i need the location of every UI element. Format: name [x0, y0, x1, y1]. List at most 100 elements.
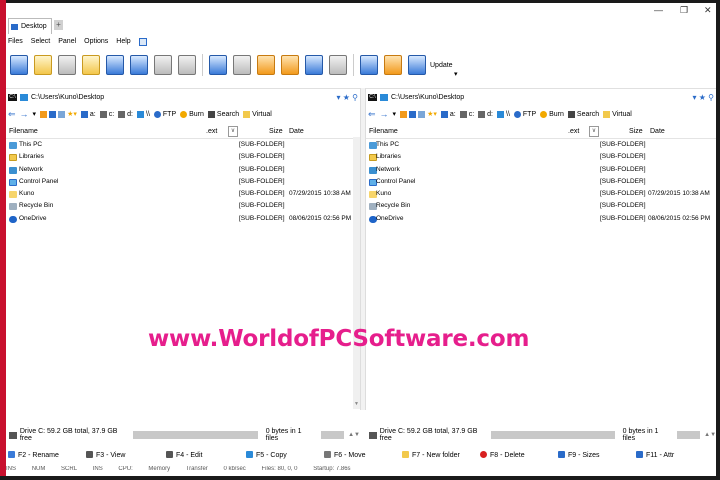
column-chooser-icon[interactable]: ∨ — [228, 126, 238, 137]
tab-desktop[interactable]: Desktop — [8, 18, 52, 34]
menu-options[interactable]: Options — [84, 38, 108, 45]
globe-icon[interactable] — [408, 55, 426, 75]
scroll-down-icon[interactable]: ▼ — [353, 401, 360, 407]
split-icon[interactable] — [178, 55, 196, 75]
burn-button[interactable]: Burn — [549, 111, 564, 118]
f9-sizes-button[interactable]: F9 - Sizes — [558, 451, 600, 459]
ftp-button[interactable]: FTP — [163, 111, 176, 118]
star-icon[interactable]: ★▾ — [427, 110, 437, 118]
settings-icon[interactable] — [138, 37, 147, 46]
menu-select[interactable]: Select — [31, 38, 50, 45]
drive-a-label[interactable]: a: — [90, 111, 96, 118]
clipboard-icon[interactable] — [418, 110, 426, 118]
col-date[interactable]: Date — [289, 128, 304, 135]
back-arrow-icon[interactable]: ⇐ — [368, 109, 376, 120]
back-arrow-icon[interactable]: ⇐ — [8, 109, 16, 120]
star-icon[interactable]: ★▾ — [67, 110, 77, 118]
col-ext[interactable]: .ext — [206, 128, 217, 135]
command-prompt-icon[interactable] — [10, 55, 28, 75]
drive-c-label[interactable]: c: — [469, 111, 474, 118]
right-path-bar[interactable]: C:\ C:\Users\Kuno\Desktop ▾ ★ ⚲ — [366, 89, 716, 105]
file-info-icon[interactable] — [34, 55, 52, 75]
left-path-bar[interactable]: C:\ C:\Users\Kuno\Desktop ▾ ★ ⚲ — [6, 89, 360, 105]
col-size[interactable]: Size — [269, 128, 283, 135]
f5-copy-button[interactable]: F5 - Copy — [246, 451, 287, 459]
left-path-controls[interactable]: ▾ ★ ⚲ — [337, 93, 359, 102]
clipboard-icon[interactable] — [58, 110, 66, 118]
col-size[interactable]: Size — [629, 128, 643, 135]
burn-button[interactable]: Burn — [189, 111, 204, 118]
table-row[interactable]: Libraries [SUB-FOLDER] — [6, 151, 360, 163]
computer-icon[interactable] — [130, 55, 148, 75]
drive-d-label[interactable]: d: — [487, 111, 493, 118]
menu-help[interactable]: Help — [116, 38, 130, 45]
restore-button[interactable]: ❐ — [680, 5, 688, 16]
left-path[interactable]: C:\Users\Kuno\Desktop — [31, 94, 104, 101]
virtual-button[interactable]: Virtual — [612, 111, 632, 118]
table-row[interactable]: Kuno [SUB-FOLDER] 07/29/2015 10:38 AM — [6, 188, 360, 200]
menu-panel[interactable]: Panel — [58, 38, 76, 45]
favorites-folder-icon[interactable] — [40, 110, 48, 118]
bug-icon[interactable] — [384, 55, 402, 75]
up-folder-icon[interactable]: ▾ — [33, 110, 37, 118]
refresh-icon[interactable] — [409, 110, 417, 118]
notepad-icon[interactable] — [360, 55, 378, 75]
f4-edit-button[interactable]: F4 - Edit — [166, 451, 202, 459]
search-button[interactable]: Search — [217, 111, 239, 118]
lock-icon[interactable] — [257, 55, 275, 75]
table-row[interactable]: Libraries [SUB-FOLDER] — [366, 151, 716, 163]
toolbar-overflow-icon[interactable]: ▾ — [454, 70, 458, 78]
table-row[interactable]: OneDrive [SUB-FOLDER] 08/06/2015 02:56 PM — [366, 213, 716, 225]
col-ext[interactable]: .ext — [568, 128, 579, 135]
col-date[interactable]: Date — [650, 128, 665, 135]
table-row[interactable]: This PC [SUB-FOLDER] — [366, 139, 716, 151]
panel-layout-icon[interactable] — [209, 55, 227, 75]
table-row[interactable]: This PC [SUB-FOLDER] — [6, 139, 360, 151]
new-tab-button[interactable]: + — [54, 20, 63, 30]
close-button[interactable]: ✕ — [704, 5, 712, 16]
f11-attr-button[interactable]: F11 - Attr — [636, 451, 674, 459]
column-chooser-icon[interactable]: ∨ — [589, 126, 599, 137]
f8-delete-button[interactable]: F8 - Delete — [480, 451, 525, 459]
ftp-button[interactable]: FTP — [523, 111, 536, 118]
table-row[interactable]: Recycle Bin [SUB-FOLDER] — [6, 200, 360, 212]
right-path[interactable]: C:\Users\Kuno\Desktop — [391, 94, 464, 101]
table-row[interactable]: Kuno [SUB-FOLDER] 07/29/2015 10:38 AM — [366, 188, 716, 200]
image-icon[interactable] — [305, 55, 323, 75]
binoculars-icon[interactable] — [58, 55, 76, 75]
table-row[interactable]: Network [SUB-FOLDER] — [6, 164, 360, 176]
unlock-icon[interactable] — [281, 55, 299, 75]
table-row[interactable]: OneDrive [SUB-FOLDER] 08/06/2015 02:56 PM — [6, 213, 360, 225]
drive-c-label[interactable]: c: — [109, 111, 114, 118]
play-icon[interactable] — [329, 55, 347, 75]
table-row[interactable]: Control Panel [SUB-FOLDER] — [6, 176, 360, 188]
unc-label[interactable]: \\ — [506, 111, 510, 118]
unc-label[interactable]: \\ — [146, 111, 150, 118]
drive-a-label[interactable]: a: — [450, 111, 456, 118]
network-icon[interactable] — [106, 55, 124, 75]
table-row[interactable]: Network [SUB-FOLDER] — [366, 164, 716, 176]
compare-icon[interactable] — [154, 55, 172, 75]
left-scrollbar[interactable]: ▼ — [353, 137, 360, 409]
col-filename[interactable]: Filename — [369, 128, 398, 135]
f2-rename-button[interactable]: F2 - Rename — [8, 451, 59, 459]
search-button[interactable]: Search — [577, 111, 599, 118]
table-row[interactable]: Control Panel [SUB-FOLDER] — [366, 176, 716, 188]
table-row[interactable]: Recycle Bin [SUB-FOLDER] — [366, 200, 716, 212]
window-icon[interactable] — [233, 55, 251, 75]
forward-arrow-icon[interactable]: → — [380, 109, 389, 119]
drive-d-label[interactable]: d: — [127, 111, 133, 118]
folder-sync-icon[interactable] — [82, 55, 100, 75]
favorites-folder-icon[interactable] — [400, 110, 408, 118]
f7-new-folder-button[interactable]: F7 - New folder — [402, 451, 460, 459]
right-path-controls[interactable]: ▾ ★ ⚲ — [693, 93, 715, 102]
col-filename[interactable]: Filename — [9, 128, 38, 135]
update-button[interactable]: Update — [430, 62, 453, 69]
minimize-button[interactable]: — — [654, 5, 663, 15]
refresh-icon[interactable] — [49, 110, 57, 118]
f3-view-button[interactable]: F3 - View — [86, 451, 125, 459]
up-folder-icon[interactable]: ▾ — [393, 110, 397, 118]
menu-files[interactable]: Files — [8, 38, 23, 45]
forward-arrow-icon[interactable]: → — [20, 109, 29, 119]
f6-move-button[interactable]: F6 - Move — [324, 451, 366, 459]
